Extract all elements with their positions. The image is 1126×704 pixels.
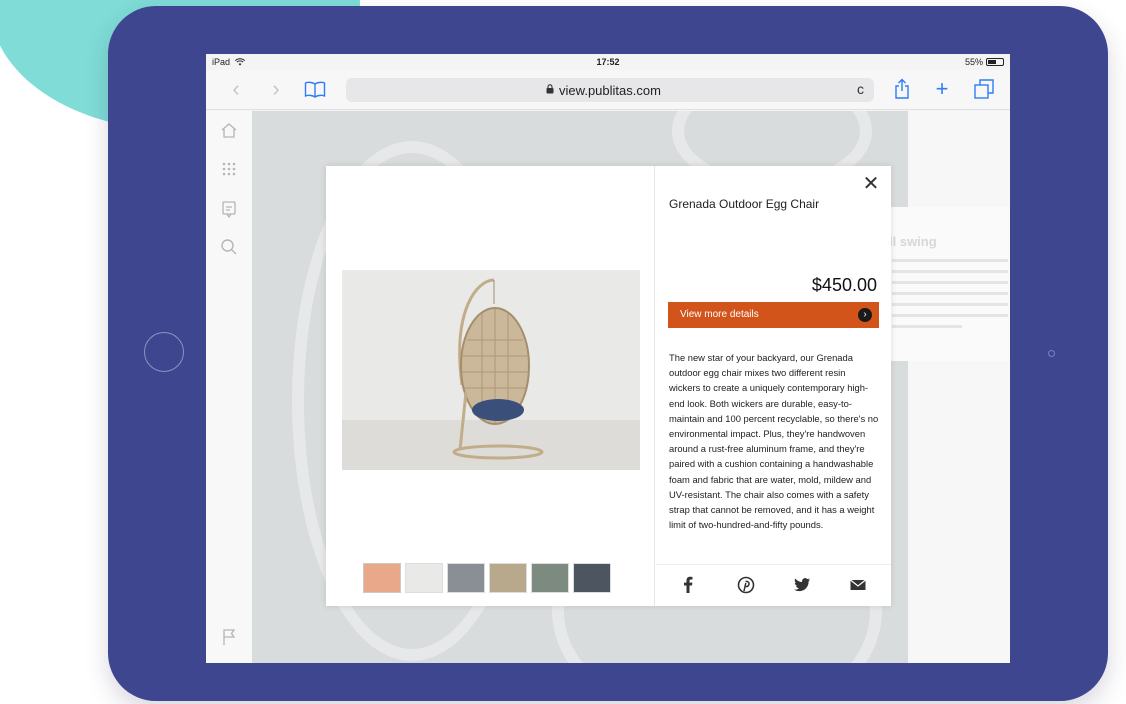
chevron-right-icon: › [858, 308, 872, 322]
product-title: Grenada Outdoor Egg Chair [669, 197, 820, 211]
battery-status: 55% [965, 57, 1004, 67]
address-bar[interactable]: view.publitas.com c [346, 78, 874, 102]
product-thumbnail[interactable] [447, 563, 485, 593]
book-icon [304, 81, 326, 98]
url-text: view.publitas.com [559, 83, 661, 98]
search-icon[interactable] [219, 237, 239, 257]
adjacent-page-text-line [892, 303, 1008, 306]
reload-icon: c [857, 81, 864, 97]
adjacent-page-text-line [892, 281, 1008, 284]
battery-fill [988, 60, 996, 64]
share-button[interactable] [892, 76, 912, 102]
product-price: $450.00 [811, 275, 877, 295]
catalog-icon[interactable] [219, 199, 239, 219]
clock: 17:52 [596, 57, 620, 67]
product-description[interactable]: The new star of your backyard, our Grena… [669, 350, 879, 557]
product-thumbnail[interactable] [531, 563, 569, 593]
home-icon[interactable] [219, 121, 239, 141]
mail-icon[interactable] [848, 575, 868, 595]
tabs-icon [974, 79, 994, 99]
product-thumbnail[interactable] [363, 563, 401, 593]
product-gallery [326, 166, 655, 606]
product-thumbnail[interactable] [405, 563, 443, 593]
battery-percent: 55% [964, 57, 983, 67]
share-icon [895, 78, 909, 99]
product-image [342, 270, 640, 470]
close-button[interactable]: ✕ [861, 174, 881, 194]
view-more-details-button[interactable]: View more details › [668, 302, 879, 328]
home-button[interactable] [144, 332, 184, 372]
close-icon: ✕ [862, 173, 880, 195]
new-tab-button[interactable]: + [930, 76, 954, 102]
bookmarks-button[interactable] [304, 76, 326, 102]
product-thumbnail[interactable] [573, 563, 611, 593]
adjacent-page-text-line [892, 314, 1008, 317]
thumbnail-strip [363, 563, 611, 593]
back-button[interactable]: ‹ [228, 76, 244, 102]
tabs-button[interactable] [972, 76, 996, 102]
product-info: ✕ Grenada Outdoor Egg Chair $450.00 View… [656, 166, 891, 606]
ipad-screen: iPad 17:52 55% ‹ › view.publitas.com c +… [206, 54, 1010, 663]
front-camera [1048, 350, 1055, 357]
product-modal: ✕ Grenada Outdoor Egg Chair $450.00 View… [326, 166, 891, 606]
adjacent-page-text-line [892, 270, 1008, 273]
page-content: ll swing ✕ Grenada Outdoor Egg Chair $45… [206, 111, 1010, 663]
ipad-frame: iPad 17:52 55% ‹ › view.publitas.com c +… [108, 6, 1108, 701]
browser-toolbar: ‹ › view.publitas.com c + [206, 70, 1010, 110]
product-thumbnail[interactable] [489, 563, 527, 593]
reload-button[interactable]: c [857, 81, 864, 97]
adjacent-page-text-line [892, 325, 962, 328]
adjacent-page-text-line [892, 292, 1008, 295]
chevron-right-icon: › [272, 76, 280, 101]
grid-icon[interactable] [219, 159, 239, 179]
adjacent-page-text-line [892, 259, 1008, 262]
egg-chair-illustration [342, 278, 640, 470]
flag-icon[interactable] [219, 627, 239, 647]
twitter-icon[interactable] [792, 575, 812, 595]
stage: iPad 17:52 55% ‹ › view.publitas.com c +… [0, 0, 1126, 704]
battery-icon [986, 58, 1004, 66]
viewer-sidebar [206, 111, 252, 663]
plus-icon: + [935, 76, 949, 101]
share-bar [656, 564, 891, 604]
adjacent-page [908, 111, 1010, 663]
forward-button[interactable]: › [268, 76, 284, 102]
view-more-details-label: View more details [680, 309, 759, 320]
chevron-left-icon: ‹ [232, 76, 240, 101]
pinterest-icon[interactable] [736, 575, 756, 595]
adjacent-page-heading: ll swing [889, 234, 937, 249]
adjacent-page-card [889, 207, 1010, 361]
facebook-icon[interactable] [678, 575, 698, 595]
status-bar: iPad 17:52 55% [206, 54, 1010, 70]
